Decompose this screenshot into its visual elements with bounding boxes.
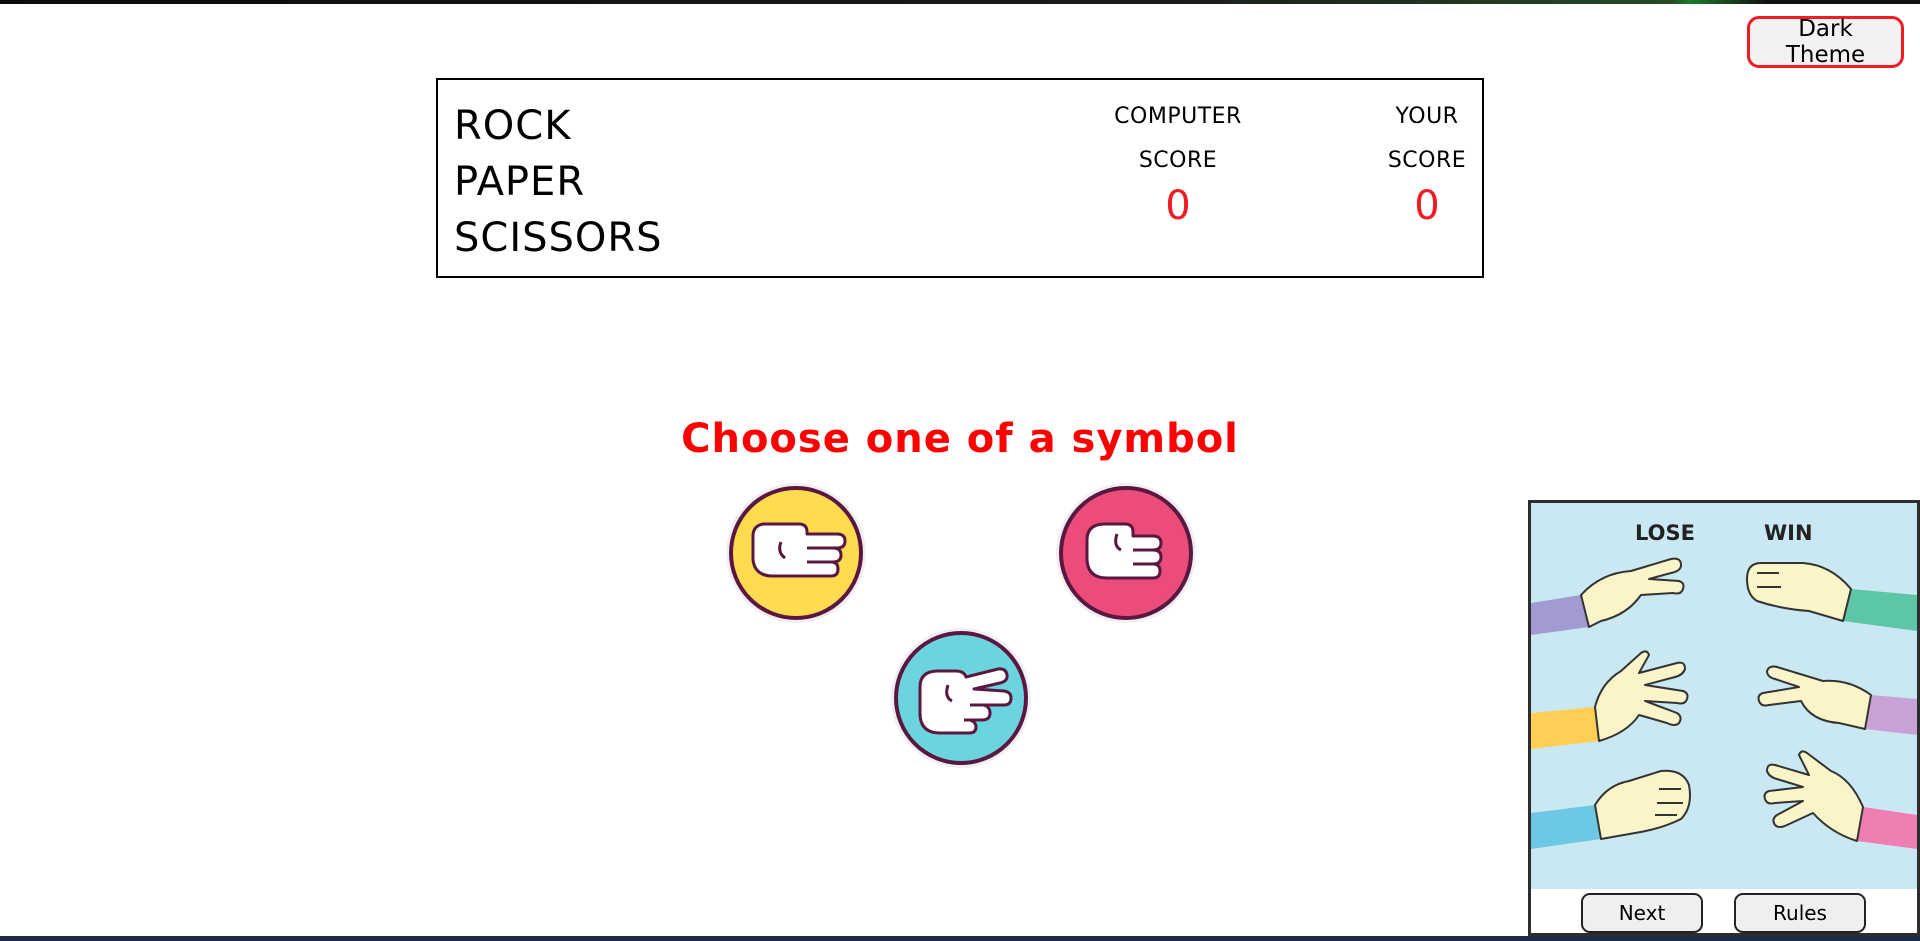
rules-panel: LOSE WIN Next Rules (1528, 500, 1920, 936)
dark-theme-button[interactable]: Dark Theme (1747, 16, 1904, 68)
scissors-button[interactable] (894, 631, 1028, 765)
title-rock: ROCK (454, 103, 572, 149)
your-score-value: 0 (1414, 183, 1440, 229)
window-top-strip (0, 0, 1920, 4)
rules-hands-illustration (1531, 557, 1917, 849)
paper-button[interactable] (729, 486, 863, 620)
computer-score-label-line1: COMPUTER (1114, 104, 1242, 129)
rules-illustration: LOSE WIN (1531, 503, 1917, 889)
computer-score-label-line2: SCORE (1138, 148, 1218, 173)
rock-fist-icon (1085, 522, 1163, 580)
row-scissors-vs-rock (1531, 557, 1917, 635)
paper-hand-icon (751, 522, 847, 578)
rules-button[interactable]: Rules (1734, 893, 1866, 933)
row-paper-vs-scissors (1531, 650, 1917, 749)
title-scissors: SCISSORS (454, 215, 663, 261)
rock-button[interactable] (1059, 486, 1193, 620)
next-button[interactable]: Next (1581, 893, 1703, 933)
computer-score-value: 0 (1165, 183, 1191, 229)
your-score-label-line2: SCORE (1387, 148, 1467, 173)
choose-symbol-prompt: Choose one of a symbol (681, 416, 1239, 462)
your-score-label-line1: YOUR (1395, 104, 1459, 129)
title-paper: PAPER (454, 159, 586, 205)
window-bottom-strip (0, 936, 1920, 941)
scissors-hand-icon (918, 667, 1013, 735)
row-rock-vs-paper (1531, 750, 1917, 849)
scoreboard: ROCK PAPER SCISSORS COMPUTER SCORE 0 YOU… (436, 78, 1484, 278)
